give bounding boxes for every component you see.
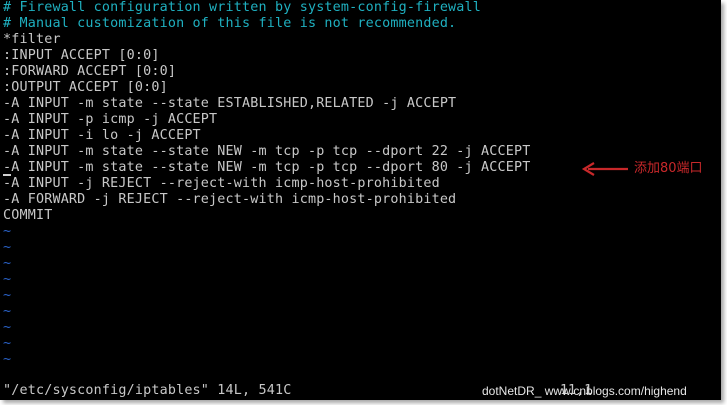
empty-line-marker[interactable]: ~ xyxy=(3,304,11,320)
empty-line-marker[interactable]: ~ xyxy=(3,352,11,368)
empty-line-marker[interactable]: ~ xyxy=(3,288,11,304)
empty-line-marker[interactable]: ~ xyxy=(3,256,11,272)
editor-line[interactable]: :INPUT ACCEPT [0:0] xyxy=(3,48,160,64)
watermark: dotNetDR_ www.cnblogs.com/highend xyxy=(482,384,687,398)
editor-line[interactable]: *filter xyxy=(3,32,61,48)
editor-line[interactable]: :FORWARD ACCEPT [0:0] xyxy=(3,64,176,80)
editor-line[interactable]: -A INPUT -j REJECT --reject-with icmp-ho… xyxy=(3,176,440,192)
editor-line[interactable]: # Firewall configuration written by syst… xyxy=(3,0,481,16)
editor-line[interactable]: -A FORWARD -j REJECT --reject-with icmp-… xyxy=(3,192,456,208)
editor-line[interactable]: -A INPUT -m state --state NEW -m tcp -p … xyxy=(3,160,530,176)
editor-line[interactable]: # Manual customization of this file is n… xyxy=(3,16,456,32)
editor-line[interactable]: :OUTPUT ACCEPT [0:0] xyxy=(3,80,168,96)
empty-line-marker[interactable]: ~ xyxy=(3,272,11,288)
editor-line[interactable]: -A INPUT -m state --state NEW -m tcp -p … xyxy=(3,144,530,160)
status-line: "/etc/sysconfig/iptables" 14L, 541C xyxy=(3,383,292,398)
editor-line[interactable]: -A INPUT -p icmp -j ACCEPT xyxy=(3,112,217,128)
editor-line[interactable]: COMMIT xyxy=(3,208,52,224)
empty-line-marker[interactable]: ~ xyxy=(3,224,11,240)
empty-line-marker[interactable]: ~ xyxy=(3,336,11,352)
empty-line-marker[interactable]: ~ xyxy=(3,320,11,336)
text-cursor xyxy=(3,174,11,176)
annotation-label: 添加80端口 xyxy=(634,161,703,176)
editor-line[interactable]: -A INPUT -i lo -j ACCEPT xyxy=(3,128,201,144)
editor-line[interactable]: -A INPUT -m state --state ESTABLISHED,RE… xyxy=(3,96,456,112)
annotation-arrow-icon xyxy=(581,162,628,176)
empty-line-marker[interactable]: ~ xyxy=(3,240,11,256)
terminal-window[interactable]: # Firewall configuration written by syst… xyxy=(0,0,721,400)
